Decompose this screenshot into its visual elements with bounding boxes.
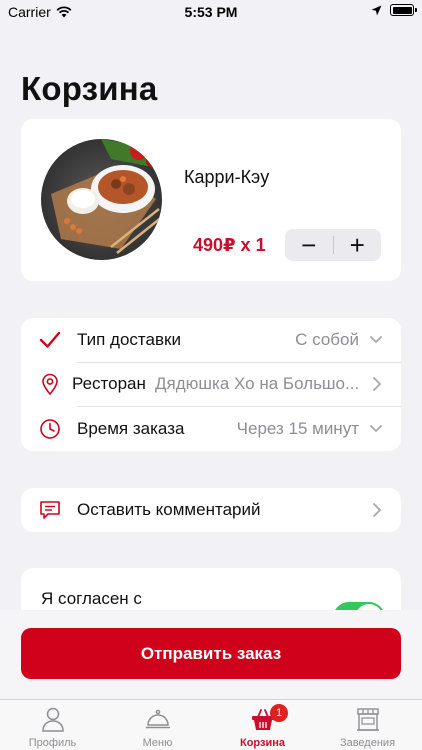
product-name: Карри-Кэу [184,167,270,187]
delivery-type-row[interactable]: Тип доставки С собой [21,318,401,362]
location-arrow-icon [371,5,382,15]
delivery-type-label: Тип доставки [77,330,181,349]
product-price-quantity: 490₽ x 1 [193,235,266,255]
comment-icon [40,501,60,519]
tab-menu-label: Меню [142,737,173,749]
restaurant-value: Дядюшка Хо на Большо... [155,374,360,393]
clock-time: 5:53 PM [184,4,238,20]
chevron-right-icon [373,377,382,391]
tab-venues-label: Заведения [339,737,396,749]
quantity-stepper: − + [285,229,381,261]
chevron-down-icon [370,425,382,433]
cart-badge: 1 [270,704,288,722]
chevron-right-icon [373,503,382,517]
cloche-icon [146,709,170,729]
person-icon [42,707,64,732]
order-options-card: Тип доставки С собой Ресторан Дядюшка Хо… [21,318,401,451]
restaurant-row[interactable]: Ресторан Дядюшка Хо на Большо... [21,362,401,406]
battery-icon [390,4,417,16]
tab-venues[interactable]: Заведения [315,700,420,750]
delivery-type-value: С собой [295,330,359,349]
tab-cart-label: Корзина [240,737,285,749]
location-pin-icon [42,373,58,395]
tab-profile-label: Профиль [28,737,77,749]
status-bar: Carrier 5:53 PM [0,0,422,24]
tab-menu[interactable]: Меню [105,700,210,750]
increase-quantity-button[interactable]: + [334,229,382,261]
decrease-quantity-button[interactable]: − [285,229,333,261]
clock-icon [40,419,60,439]
chevron-down-icon [370,336,382,344]
comment-label: Оставить комментарий [77,500,261,519]
order-time-row[interactable]: Время заказа Через 15 минут [21,407,401,451]
tab-cart[interactable]: 1 Корзина [210,700,315,750]
submit-order-button[interactable]: Отправить заказ [21,628,401,679]
order-time-value: Через 15 минут [236,419,359,438]
product-image [41,139,162,260]
order-time-label: Время заказа [77,419,185,438]
tab-bar: Профиль Меню 1 Корзина Заведения [0,699,422,750]
comment-row[interactable]: Оставить комментарий [21,488,401,532]
cart-item-card: Карри-Кэу 490₽ x 1 − + [21,119,401,281]
checkmark-icon [39,331,61,348]
status-right [371,4,417,16]
page-title: Корзина [21,70,158,107]
tab-profile[interactable]: Профиль [0,700,105,750]
store-icon [357,708,379,731]
comment-card[interactable]: Оставить комментарий [21,488,401,532]
agreement-text: Я согласен с [41,589,142,608]
restaurant-label: Ресторан [72,374,146,393]
